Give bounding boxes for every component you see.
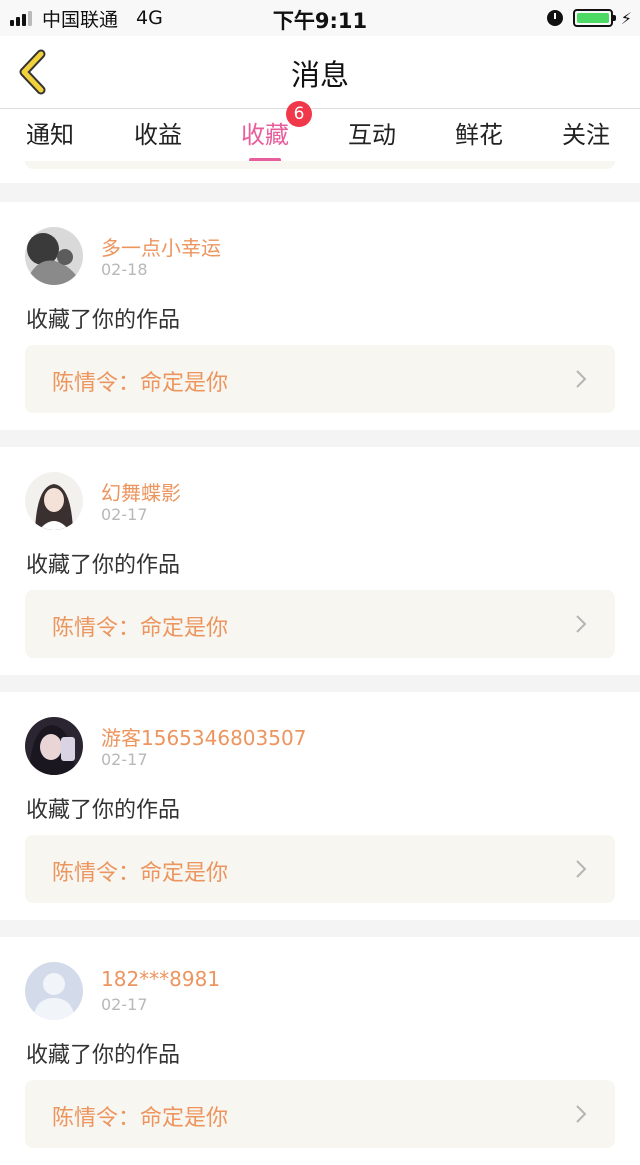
status-bar: 中国联通 4G 下午9:11 ⚡	[0, 0, 640, 36]
battery-fill	[576, 13, 609, 23]
previous-work-box-edge	[25, 161, 615, 169]
message-date: 02-17	[101, 995, 148, 1014]
photo-avatar-light	[25, 472, 83, 530]
chevron-right-icon	[576, 1105, 587, 1123]
user-name[interactable]: 幻舞蝶影	[101, 477, 181, 506]
tab-following[interactable]: 关注	[562, 115, 610, 150]
message-date: 02-17	[101, 750, 148, 769]
user-name[interactable]: 多一点小幸运	[101, 232, 221, 261]
tab-notifications[interactable]: 通知	[26, 115, 74, 150]
tab-label: 收藏	[241, 121, 289, 149]
page-title: 消息	[290, 58, 349, 92]
work-link[interactable]: 陈情令：命定是你	[25, 835, 615, 903]
work-link[interactable]: 陈情令：命定是你	[25, 1080, 615, 1148]
nav-bar: 消息	[0, 36, 640, 109]
message-text: 收藏了你的作品	[26, 1043, 181, 1068]
default-avatar-icon	[25, 962, 83, 1020]
tab-label: 通知	[26, 121, 74, 149]
tab-interactions[interactable]: 互动	[348, 115, 396, 150]
work-title: 陈情令：命定是你	[52, 1106, 229, 1131]
tab-bar: 通知 收益 收藏 6 互动 鲜花 关注	[0, 101, 640, 162]
status-right: ⚡	[546, 7, 632, 29]
tab-label: 收益	[134, 121, 182, 149]
work-link[interactable]: 陈情令：命定是你	[25, 590, 615, 658]
status-time: 下午9:11	[272, 9, 368, 33]
chevron-right-icon	[576, 370, 587, 388]
user-name[interactable]: 游客1565346803507	[101, 722, 306, 751]
unread-badge: 6	[286, 101, 312, 127]
message-text: 收藏了你的作品	[26, 308, 181, 333]
work-link[interactable]: 陈情令：命定是你	[25, 345, 615, 413]
message-date: 02-18	[101, 260, 148, 279]
user-name[interactable]: 182***8981	[101, 967, 220, 991]
work-title: 陈情令：命定是你	[52, 616, 229, 641]
avatar[interactable]	[25, 717, 83, 775]
message-card: 游客1565346803507 02-17 收藏了你的作品 陈情令：命定是你	[0, 692, 640, 920]
chevron-right-icon	[576, 860, 587, 878]
work-title: 陈情令：命定是你	[52, 371, 229, 396]
message-card: 幻舞蝶影 02-17 收藏了你的作品 陈情令：命定是你	[0, 447, 640, 675]
tab-label: 互动	[348, 121, 396, 149]
avatar[interactable]	[25, 962, 83, 1020]
message-text: 收藏了你的作品	[26, 798, 181, 823]
tab-flowers[interactable]: 鲜花	[455, 115, 503, 150]
photo-avatar-dark	[25, 227, 83, 285]
tab-label: 关注	[562, 121, 610, 149]
battery-icon	[572, 9, 616, 27]
avatar[interactable]	[25, 472, 83, 530]
message-card: 182***8981 02-17 收藏了你的作品 陈情令：命定是你	[0, 937, 640, 1165]
previous-card-edge	[0, 161, 640, 183]
avatar[interactable]	[25, 227, 83, 285]
message-text: 收藏了你的作品	[26, 553, 181, 578]
message-date: 02-17	[101, 505, 148, 524]
message-card: 多一点小幸运 02-18 收藏了你的作品 陈情令：命定是你	[0, 202, 640, 430]
chevron-right-icon	[576, 615, 587, 633]
photo-avatar-pink	[25, 717, 83, 775]
tab-earnings[interactable]: 收益	[134, 115, 182, 150]
work-title: 陈情令：命定是你	[52, 861, 229, 886]
charging-icon: ⚡	[620, 8, 632, 28]
tab-favorites[interactable]: 收藏 6	[241, 101, 312, 162]
tab-label: 鲜花	[455, 121, 503, 149]
alarm-icon	[546, 10, 563, 26]
